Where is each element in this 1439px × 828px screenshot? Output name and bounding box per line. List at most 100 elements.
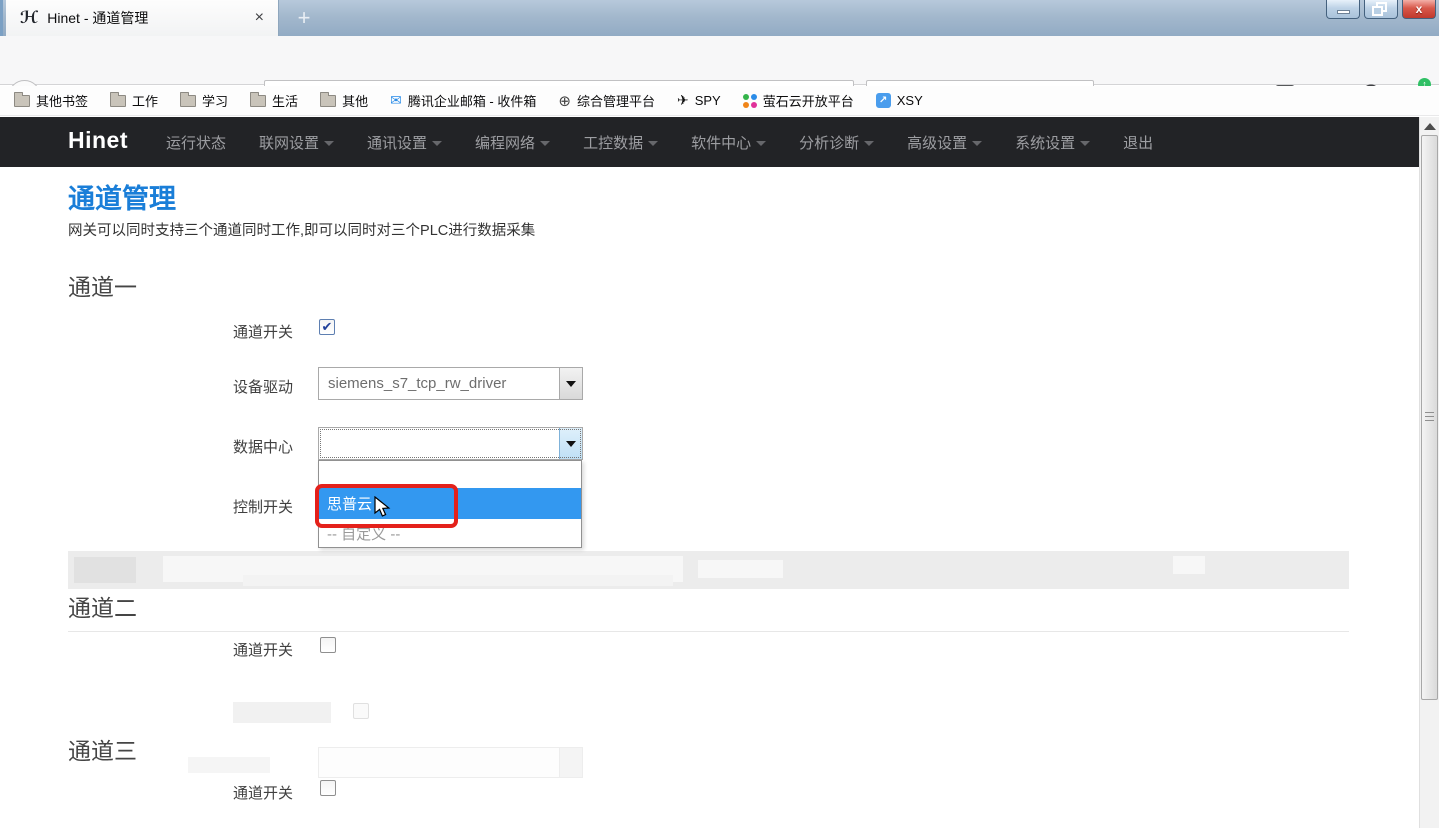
bookmark-label: 学习 [202,91,228,110]
nav-item-system[interactable]: 系统设置 [1015,132,1090,153]
bookmark-folder-misc[interactable]: 其他 [320,91,368,110]
bookmark-label: 腾讯企业邮箱 - 收件箱 [408,91,537,110]
ghost-label-block [233,702,331,723]
folder-icon [14,95,30,107]
chevron-down-icon [324,141,334,146]
chevron-down-icon [540,141,550,146]
bookmark-folder-work[interactable]: 工作 [110,91,158,110]
plane-icon: ✈ [677,92,689,109]
scroll-up-button[interactable] [1423,120,1437,132]
bookmark-mgmt-platform[interactable]: ⊕ 综合管理平台 [558,91,655,110]
browser-window: ℋ Hinet - 通道管理 × + x ← → ↻ ⌂ [0,0,1439,828]
bookmark-ys7-platform[interactable]: 萤石云开放平台 [743,91,854,110]
ghost-label-block [188,757,270,773]
nav-item-status[interactable]: 运行状态 [166,132,226,153]
channel1-datacenter-select[interactable] [318,427,583,460]
channel2-heading: 通道二 [68,589,137,623]
nav-item-logout[interactable]: 退出 [1123,132,1153,153]
bookmark-folder-study[interactable]: 学习 [180,91,228,110]
channel3-heading: 通道三 [68,732,137,766]
chevron-down-icon [566,381,576,387]
chevron-down-icon [864,141,874,146]
bookmark-label: 工作 [132,91,158,110]
new-tab-button[interactable]: + [289,5,319,33]
thumb-grip [1425,420,1434,421]
bookmark-tencent-mail[interactable]: ✉ 腾讯企业邮箱 - 收件箱 [390,91,536,110]
mail-icon: ✉ [390,92,402,109]
driver-select-button[interactable] [559,368,582,399]
chevron-down-icon [1080,141,1090,146]
close-button[interactable]: x [1402,0,1436,19]
bookmark-label: SPY [695,93,721,108]
divider [68,631,1349,632]
thumb-grip [1425,412,1434,413]
browser-tab[interactable]: ℋ Hinet - 通道管理 × [6,0,279,36]
site-navbar: Hinet 运行状态 联网设置 通讯设置 编程网络 工控数据 软件中心 分析诊断… [0,117,1419,167]
colored-dots-icon [743,94,757,108]
channel2-switch-checkbox[interactable] [320,637,336,653]
bookmark-label: 其他 [342,91,368,110]
vertical-scrollbar[interactable] [1419,117,1439,828]
hinet-favicon-icon: ℋ [20,8,38,28]
site-menu: 运行状态 联网设置 通讯设置 编程网络 工控数据 软件中心 分析诊断 高级设置 … [166,117,1153,167]
bookmark-folder-life[interactable]: 生活 [250,91,298,110]
window-controls: x [1326,0,1436,19]
bookmarks-bar: 其他书签 工作 学习 生活 其他 ✉ 腾讯企业邮箱 - 收件箱 ⊕ 综合管理平台 ✈… [0,86,1439,116]
scrollbar-thumb[interactable] [1421,135,1438,700]
nav-item-software-center[interactable]: 软件中心 [691,132,766,153]
driver-select-value: siemens_s7_tcp_rw_driver [319,375,559,392]
bookmark-spy[interactable]: ✈ SPY [677,92,721,109]
arrow-up-icon [1424,123,1436,130]
navigation-toolbar: ← → ↻ ⌂ 192.168.9.99/cgi-bin/luci/;stok=… [0,36,1439,85]
restore-icon [1372,2,1390,16]
chevron-down-icon [566,441,576,447]
chevron-down-icon [972,141,982,146]
nav-item-industrial-data[interactable]: 工控数据 [583,132,658,153]
channel1-datacenter-label: 数据中心 [233,436,293,457]
channel1-switch-label: 通道开关 [233,321,293,342]
bookmark-label: 萤石云开放平台 [763,91,854,110]
folder-icon [180,95,196,107]
minimize-button[interactable] [1326,0,1360,19]
bookmark-label: XSY [897,93,923,108]
hinet-brand[interactable]: Hinet [68,127,128,154]
channel1-switch-checkbox[interactable]: ✔ [319,319,335,335]
restore-button[interactable] [1364,0,1398,19]
channel1-driver-select[interactable]: siemens_s7_tcp_rw_driver [318,367,583,400]
tab-bar: ℋ Hinet - 通道管理 × + x [0,0,1439,36]
arrow-square-icon: ↗ [876,93,891,108]
nav-item-diagnostics[interactable]: 分析诊断 [799,132,874,153]
close-icon: x [1403,0,1435,18]
nav-item-advanced[interactable]: 高级设置 [907,132,982,153]
ghost-select-box [318,747,583,778]
bookmark-label: 生活 [272,91,298,110]
minimize-icon [1337,10,1350,14]
thumb-grip [1425,416,1434,417]
nav-item-comm-settings[interactable]: 通讯设置 [367,132,442,153]
nav-item-network-settings[interactable]: 联网设置 [259,132,334,153]
bookmark-xsy[interactable]: ↗ XSY [876,93,923,108]
folder-icon [320,95,336,107]
folder-icon [250,95,266,107]
channel1-driver-label: 设备驱动 [233,376,293,397]
channel1-control-label: 控制开关 [233,496,293,517]
page-title: 通道管理 [68,177,176,216]
channel2-switch-label: 通道开关 [233,639,293,660]
channel3-switch-label: 通道开关 [233,782,293,803]
mouse-cursor-icon [374,496,391,519]
bookmark-folder-other[interactable]: 其他书签 [14,91,88,110]
ghost-checkbox [353,703,369,719]
channel1-heading: 通道一 [68,268,137,302]
globe-icon: ⊕ [558,92,571,110]
ghost-render-band [68,551,1349,589]
bookmark-label: 其他书签 [36,91,88,110]
tab-title: Hinet - 通道管理 [47,8,250,28]
nav-item-prog-network[interactable]: 编程网络 [475,132,550,153]
tab-close-icon[interactable]: × [251,9,268,27]
channel3-switch-checkbox[interactable] [320,780,336,796]
datacenter-select-button[interactable] [559,428,582,459]
chevron-down-icon [432,141,442,146]
chevron-down-icon [648,141,658,146]
bookmark-label: 综合管理平台 [577,91,655,110]
folder-icon [110,95,126,107]
